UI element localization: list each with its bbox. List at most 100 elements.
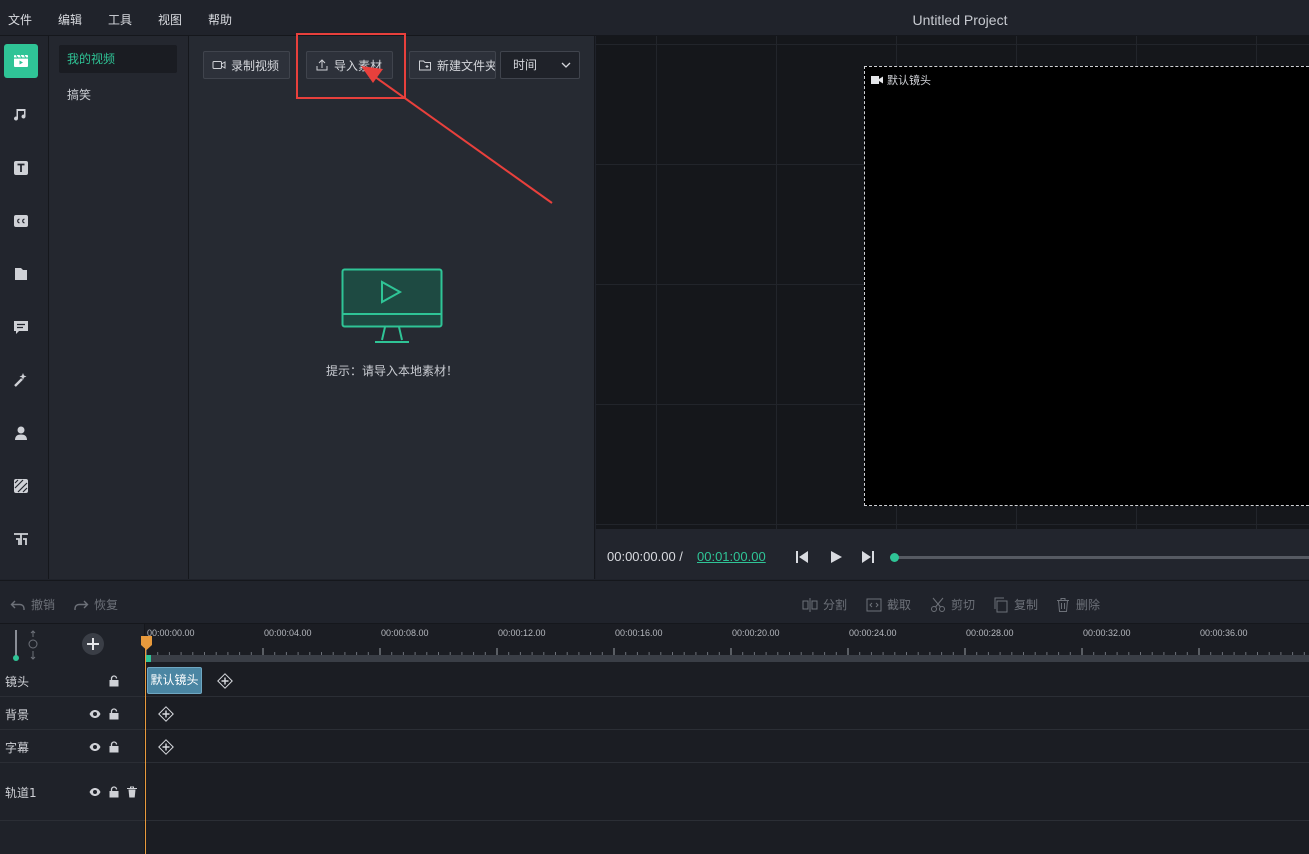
trash-icon xyxy=(1057,597,1069,612)
stage-label: 默认镜头 xyxy=(871,72,931,88)
delete-label: 删除 xyxy=(1076,598,1101,612)
folder-icon[interactable] xyxy=(4,257,38,291)
track-row: 背景 xyxy=(0,697,1309,730)
media-icon[interactable] xyxy=(4,44,38,78)
play-icon[interactable] xyxy=(829,550,843,564)
new-folder-label: 新建文件夹 xyxy=(437,58,496,73)
stage-label-text: 默认镜头 xyxy=(887,74,931,87)
ruler-tick-label: 00:00:24.00 xyxy=(849,628,897,638)
import-highlight-box xyxy=(296,33,406,99)
eye-icon[interactable] xyxy=(89,708,101,720)
ruler-tick-label: 00:00:36.00 xyxy=(1200,628,1248,638)
seek-handle[interactable] xyxy=(890,553,899,562)
scissors-icon xyxy=(931,597,945,612)
split-button[interactable]: 分割 xyxy=(802,596,847,613)
clip-default-shot[interactable]: 默认镜头 xyxy=(147,667,202,694)
track-name: 镜头 xyxy=(5,675,30,689)
category-item-funny[interactable]: 搞笑 xyxy=(59,81,177,109)
add-clip-icon[interactable] xyxy=(158,706,174,722)
chevron-down-icon xyxy=(561,62,571,68)
lock-icon[interactable] xyxy=(108,741,120,753)
seek-bar[interactable] xyxy=(894,556,1309,559)
delete-button[interactable]: 删除 xyxy=(1055,596,1100,613)
ruler-tick-label: 00:00:28.00 xyxy=(966,628,1014,638)
total-time[interactable]: 00:01:00.00 xyxy=(697,549,766,564)
time-ruler[interactable]: 00:00:00.00 00:00:04.00 00:00:08.00 00:00:1… xyxy=(146,624,1309,662)
copy-button[interactable]: 复制 xyxy=(993,596,1038,613)
playhead-handle-icon[interactable] xyxy=(141,636,152,650)
filter-icon[interactable] xyxy=(4,469,38,503)
cut-button[interactable]: 剪切 xyxy=(930,596,975,613)
menu-help[interactable]: 帮助 xyxy=(208,11,232,28)
trash-icon[interactable] xyxy=(126,786,138,798)
lock-icon[interactable] xyxy=(108,708,120,720)
avatar-icon[interactable] xyxy=(4,416,38,450)
track-row: 字幕 xyxy=(0,730,1309,763)
category-item-my-videos[interactable]: 我的视频 xyxy=(59,45,177,73)
transition-icon[interactable] xyxy=(4,522,38,556)
playhead-line[interactable] xyxy=(145,636,146,854)
menu-bar: 文件 编辑 工具 视图 帮助 Untitled Project xyxy=(0,0,1309,36)
timeline: 00:00:00.00 00:00:04.00 00:00:08.00 00:00:1… xyxy=(0,624,1309,854)
copy-label: 复制 xyxy=(1014,598,1039,612)
camera-icon xyxy=(871,76,883,84)
skip-forward-icon[interactable] xyxy=(861,550,875,564)
music-icon[interactable] xyxy=(4,98,38,132)
track-name: 字幕 xyxy=(5,741,30,755)
current-time: 00:00:00.00 / xyxy=(607,549,683,564)
new-folder-icon xyxy=(419,60,431,71)
ruler-tick-label: 00:00:04.00 xyxy=(264,628,312,638)
timeline-toolbar: 撤销 恢复 分割 截取 剪切 复制 删除 xyxy=(0,580,1309,624)
category-panel: 我的视频 搞笑 xyxy=(49,36,189,579)
add-clip-icon[interactable] xyxy=(158,739,174,755)
zoom-slider-icon[interactable] xyxy=(10,630,40,662)
monitor-play-icon xyxy=(341,268,443,343)
preview-panel: 默认镜头 00:00:00.00 / 00:01:00.00 xyxy=(596,36,1309,579)
eye-icon[interactable] xyxy=(89,786,101,798)
player-controls: 00:00:00.00 / 00:01:00.00 xyxy=(596,529,1309,579)
eye-icon[interactable] xyxy=(89,741,101,753)
sort-select[interactable]: 时间 xyxy=(500,51,580,79)
menu-view[interactable]: 视图 xyxy=(158,11,182,28)
ruler-tick-label: 00:00:12.00 xyxy=(498,628,546,638)
split-icon xyxy=(802,597,818,612)
lock-icon[interactable] xyxy=(108,786,120,798)
record-video-label: 录制视频 xyxy=(231,58,280,73)
camera-icon xyxy=(212,61,226,69)
lock-icon[interactable] xyxy=(108,675,120,687)
caption-icon[interactable] xyxy=(4,204,38,238)
track-name: 背景 xyxy=(5,708,30,722)
ruler-tick-label: 00:00:20.00 xyxy=(732,628,780,638)
text-icon[interactable] xyxy=(4,151,38,185)
ruler-start-marker xyxy=(146,655,151,662)
record-video-button[interactable]: 录制视频 xyxy=(203,51,290,79)
window-title: Untitled Project xyxy=(912,12,1008,28)
ruler-tick-label: 00:00:00.00 xyxy=(147,628,195,638)
crop-button[interactable]: 截取 xyxy=(866,596,911,613)
redo-icon xyxy=(74,600,89,610)
empty-hint-text: 提示：请导入本地素材！ xyxy=(325,364,458,378)
menu-edit[interactable]: 编辑 xyxy=(58,11,82,28)
ruler-tick-label: 00:00:16.00 xyxy=(615,628,663,638)
new-folder-button[interactable]: 新建文件夹 xyxy=(409,51,496,79)
preview-canvas[interactable]: 默认镜头 xyxy=(596,36,1309,529)
skip-back-icon[interactable] xyxy=(795,550,809,564)
ruler-strip xyxy=(146,655,1309,662)
stage-frame[interactable]: 默认镜头 xyxy=(864,66,1309,506)
media-panel: 录制视频 导入素材 新建文件夹 时间 提示：请导入本地素材！ xyxy=(189,33,595,579)
add-clip-icon[interactable] xyxy=(217,673,233,689)
add-track-icon[interactable] xyxy=(81,632,105,656)
sidebar-iconbar xyxy=(0,36,49,579)
crop-icon xyxy=(866,598,882,611)
app-window: 文件 编辑 工具 视图 帮助 Untitled Project 我的视频 搞笑 … xyxy=(0,0,1309,854)
sort-select-value: 时间 xyxy=(513,58,538,72)
menu-tools[interactable]: 工具 xyxy=(108,11,132,28)
redo-button[interactable]: 恢复 xyxy=(73,596,118,613)
redo-label: 恢复 xyxy=(94,598,119,612)
undo-button[interactable]: 撤销 xyxy=(10,596,55,613)
ruler-tick-label: 00:00:32.00 xyxy=(1083,628,1131,638)
menu-file[interactable]: 文件 xyxy=(8,11,32,28)
message-icon[interactable] xyxy=(4,310,38,344)
split-label: 分割 xyxy=(823,598,848,612)
effects-icon[interactable] xyxy=(4,363,38,397)
